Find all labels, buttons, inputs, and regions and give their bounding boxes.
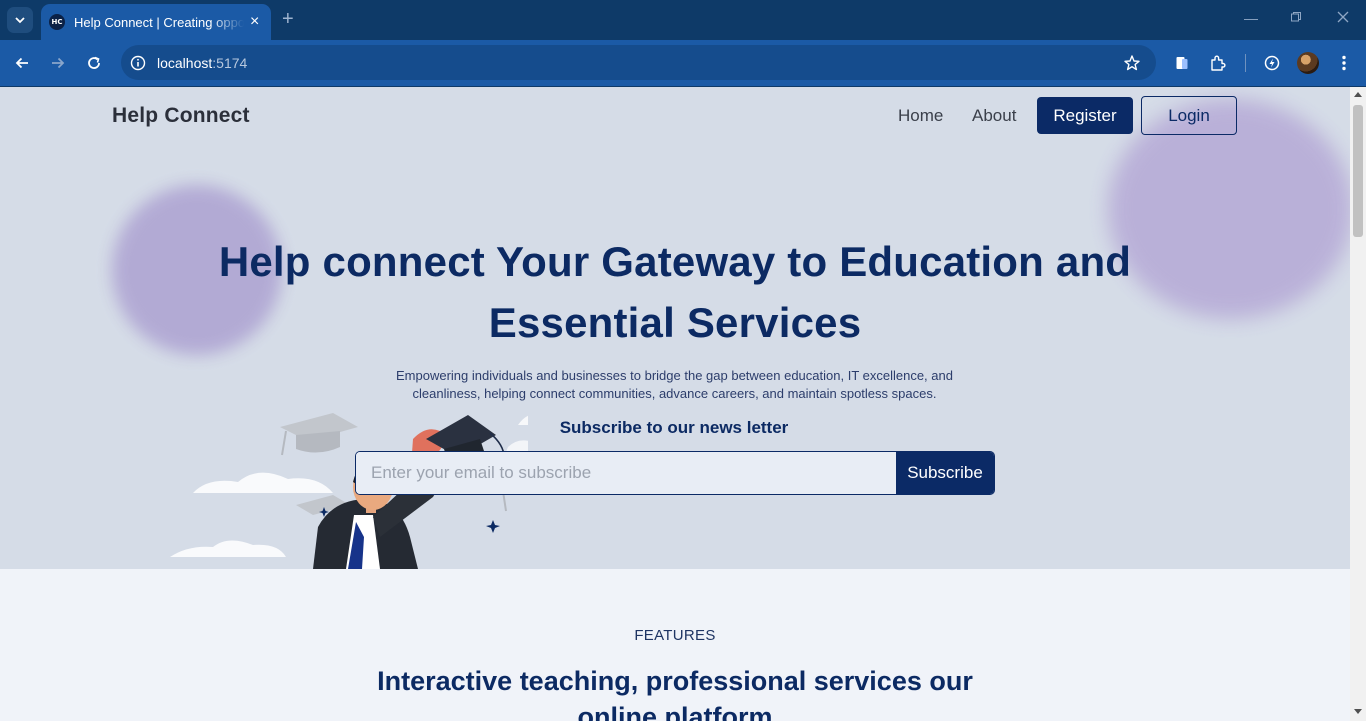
- browser-toolbar: localhost:5174: [0, 40, 1366, 86]
- brand-logo[interactable]: Help Connect: [112, 104, 250, 128]
- scroll-thumb[interactable]: [1353, 105, 1363, 237]
- tab-strip: HC Help Connect | Creating opportunities…: [0, 0, 1366, 40]
- login-button[interactable]: Login: [1141, 96, 1237, 135]
- more-menu-icon[interactable]: [1333, 52, 1355, 74]
- site-info-icon[interactable]: [130, 55, 146, 71]
- scroll-up-arrow[interactable]: [1354, 92, 1362, 97]
- close-tab-icon[interactable]: ×: [250, 14, 259, 30]
- active-tab[interactable]: HC Help Connect | Creating opportunities…: [41, 4, 271, 40]
- tab-search-button[interactable]: [7, 7, 33, 33]
- tab-title: Help Connect | Creating opportunities: [74, 14, 244, 30]
- bookmark-star-icon[interactable]: [1121, 52, 1143, 74]
- reading-mode-icon[interactable]: [1171, 52, 1193, 74]
- extensions-icon[interactable]: [1207, 52, 1229, 74]
- email-subscribe-input[interactable]: [356, 452, 896, 494]
- scroll-down-arrow[interactable]: [1354, 709, 1362, 714]
- features-title: Interactive teaching, professional servi…: [377, 666, 973, 721]
- register-button[interactable]: Register: [1037, 97, 1133, 134]
- close-window-icon[interactable]: [1337, 10, 1349, 26]
- minimize-icon[interactable]: —: [1244, 10, 1258, 26]
- restore-icon[interactable]: [1290, 10, 1302, 26]
- hero-title: Help connect Your Gateway to Education a…: [218, 238, 1132, 346]
- newsletter-title: Subscribe to our news letter: [559, 418, 789, 437]
- reload-icon[interactable]: [83, 52, 105, 74]
- address-bar[interactable]: localhost:5174: [121, 45, 1156, 80]
- page-viewport: Help Connect Home About Register Login H…: [0, 87, 1350, 721]
- url-text: localhost:5174: [157, 54, 248, 71]
- favicon: HC: [49, 14, 65, 30]
- profile-avatar[interactable]: [1297, 52, 1319, 74]
- chevron-down-icon: [15, 17, 25, 24]
- forward-icon[interactable]: [47, 52, 69, 74]
- nav-home-link[interactable]: Home: [898, 106, 943, 126]
- features-eyebrow: FEATURES: [634, 627, 716, 644]
- new-tab-icon[interactable]: +: [282, 9, 294, 29]
- hero-section: Help Connect Home About Register Login H…: [0, 87, 1350, 569]
- performance-icon[interactable]: [1261, 52, 1283, 74]
- back-icon[interactable]: [11, 52, 33, 74]
- subscribe-button[interactable]: Subscribe: [896, 452, 994, 494]
- page-scrollbar[interactable]: [1350, 87, 1366, 721]
- toolbar-separator: [1245, 54, 1246, 72]
- subscribe-form: Subscribe: [355, 451, 995, 495]
- nav-about-link[interactable]: About: [972, 106, 1016, 126]
